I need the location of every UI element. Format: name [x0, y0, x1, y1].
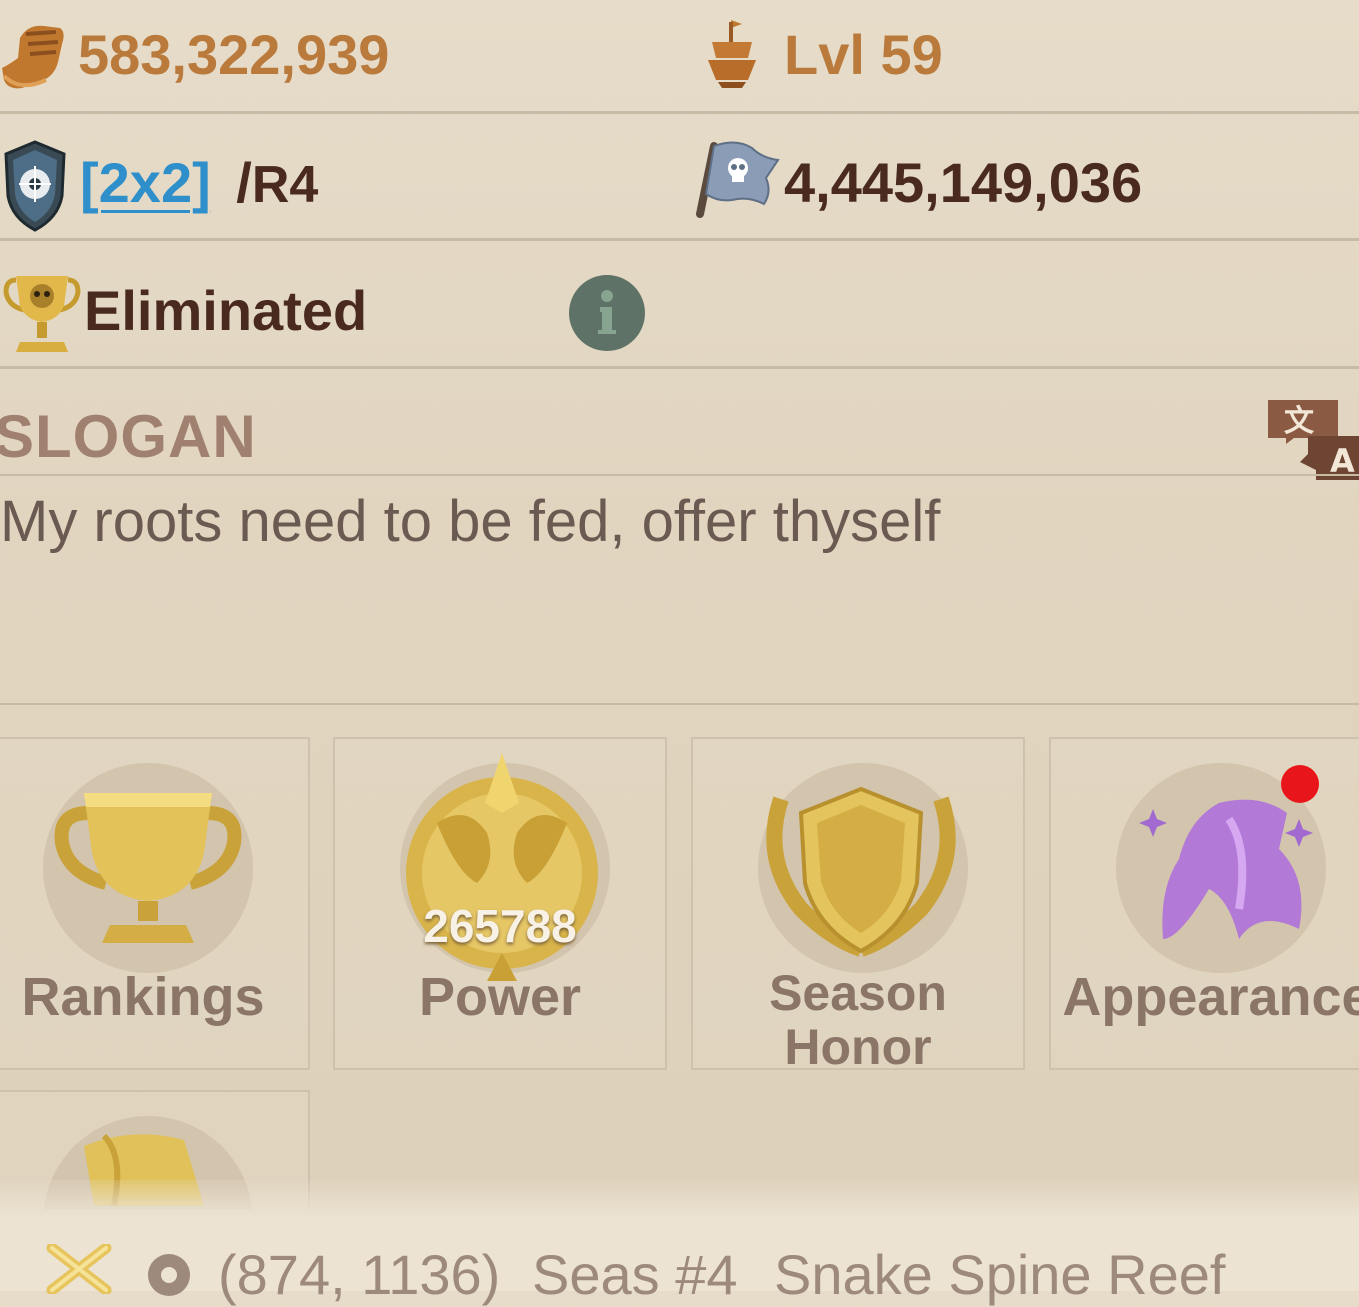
status-text: Eliminated — [84, 279, 368, 342]
season-honor-label-line1: Season — [769, 965, 947, 1021]
shield-laurel-icon — [751, 779, 971, 969]
divider — [0, 238, 1359, 241]
kills-value: 4,445,149,036 — [784, 151, 1143, 214]
info-button[interactable] — [568, 274, 646, 352]
power-badge: 265788 — [423, 900, 577, 952]
divider — [0, 366, 1359, 369]
ship-level: Lvl 59 — [784, 23, 943, 86]
season-honor-tile[interactable]: Season Honor — [691, 737, 1025, 1075]
divider — [0, 111, 1359, 114]
slogan-title: SLOGAN — [0, 403, 257, 470]
slogan-text: My roots need to be fed, offer thyself — [0, 489, 941, 554]
power-value: 583,322,939 — [78, 23, 390, 86]
alliance-crest-icon — [2, 140, 68, 232]
location-sea: Seas #4 — [532, 1243, 738, 1306]
ship-icon — [704, 14, 760, 90]
notification-dot — [1281, 765, 1319, 803]
translate-glyph-zh: 文 — [1284, 404, 1314, 439]
trophy-icon — [48, 783, 248, 953]
fist-power-icon — [0, 18, 72, 94]
season-honor-label-line2: Honor — [784, 1019, 932, 1075]
pirate-flag-icon — [696, 138, 782, 220]
alliance-tag-link[interactable]: [2x2] — [80, 151, 211, 214]
skull-trophy-icon — [2, 270, 82, 356]
divider — [0, 474, 1359, 476]
power-label: Power — [418, 967, 582, 1027]
translate-button[interactable]: 文 A — [1264, 398, 1359, 482]
power-tile[interactable]: 265788 Power — [333, 737, 667, 1070]
appearance-tile[interactable]: Appearance — [1049, 737, 1359, 1070]
location-coords[interactable]: (874, 1136) — [218, 1242, 500, 1307]
rankings-tile[interactable]: Rankings — [0, 737, 310, 1070]
cloak-icon — [1139, 789, 1339, 969]
location-place: Snake Spine Reef — [774, 1243, 1226, 1306]
location-pin-icon — [146, 1252, 192, 1298]
rankings-label: Rankings — [21, 967, 265, 1027]
alliance-separator: / — [236, 151, 252, 214]
divider — [0, 703, 1359, 705]
crossed-swords-icon[interactable] — [46, 1242, 112, 1296]
appearance-label: Appearance — [1062, 967, 1359, 1027]
alliance-rank: R4 — [251, 156, 319, 214]
alliance-info: [2x2] /R4 — [80, 150, 318, 215]
